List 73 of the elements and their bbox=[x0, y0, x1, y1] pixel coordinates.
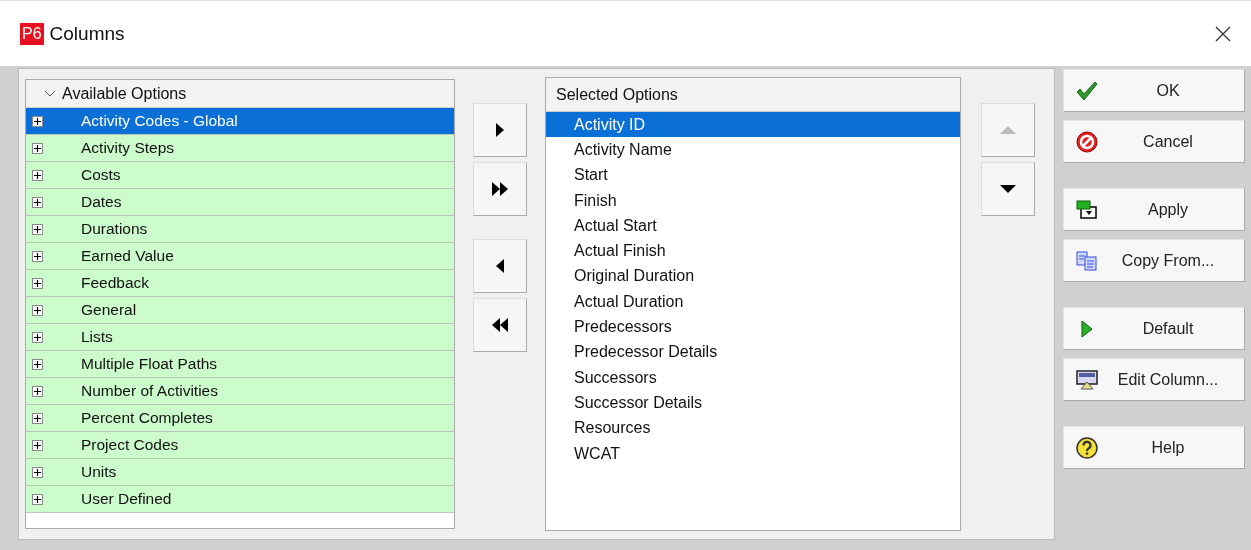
tree-item[interactable]: Earned Value bbox=[26, 243, 454, 270]
copy-pages-icon bbox=[1076, 250, 1098, 271]
expand-icon[interactable] bbox=[32, 169, 43, 181]
tree-item[interactable]: Multiple Float Paths bbox=[26, 351, 454, 378]
expand-icon[interactable] bbox=[32, 358, 43, 370]
close-icon[interactable] bbox=[1215, 25, 1231, 42]
expand-icon[interactable] bbox=[32, 115, 43, 127]
no-entry-icon bbox=[1076, 130, 1098, 153]
expand-icon[interactable] bbox=[32, 439, 43, 451]
expand-icon[interactable] bbox=[32, 277, 43, 289]
down-triangle-icon bbox=[1000, 185, 1016, 193]
tree-item[interactable]: Project Codes bbox=[26, 432, 454, 459]
tree-item[interactable]: Number of Activities bbox=[26, 378, 454, 405]
list-item[interactable]: Activity Name bbox=[546, 137, 960, 163]
list-item[interactable]: Resources bbox=[546, 415, 960, 441]
play-triangle-icon bbox=[1081, 319, 1093, 338]
up-triangle-icon bbox=[1000, 126, 1016, 134]
checkmark-icon bbox=[1076, 80, 1098, 101]
left-triangle-icon bbox=[496, 259, 504, 273]
list-item[interactable]: Successors bbox=[546, 364, 960, 391]
copy-button[interactable]: Copy From... bbox=[1063, 239, 1245, 282]
list-item[interactable]: Successor Details bbox=[546, 390, 960, 416]
column-header[interactable]: Available Options bbox=[26, 80, 454, 108]
edit-button[interactable]: Edit Column... bbox=[1063, 358, 1245, 401]
list-item[interactable]: WCAT bbox=[546, 440, 960, 467]
monitor-icon bbox=[1076, 369, 1098, 390]
tree-item[interactable]: Feedback bbox=[26, 270, 454, 297]
expand-icon[interactable] bbox=[32, 412, 43, 424]
apply-button[interactable]: Apply bbox=[1063, 188, 1245, 231]
default-button[interactable]: Default bbox=[1063, 307, 1245, 350]
add-all-button[interactable] bbox=[473, 162, 527, 216]
help-button[interactable]: Help bbox=[1063, 426, 1245, 469]
list-item[interactable]: Predecessor Details bbox=[546, 339, 960, 365]
tree-item[interactable]: Activity Codes - Global bbox=[26, 108, 454, 135]
ok-button[interactable]: OK bbox=[1063, 69, 1245, 112]
expand-icon[interactable] bbox=[32, 385, 43, 397]
expand-icon[interactable] bbox=[32, 223, 43, 235]
tree-item[interactable]: Dates bbox=[26, 189, 454, 216]
list-item[interactable]: Actual Finish bbox=[546, 238, 960, 264]
right-triangle-icon bbox=[496, 123, 504, 137]
tree-item[interactable]: Lists bbox=[26, 324, 454, 351]
list-item[interactable]: Actual Start bbox=[546, 213, 960, 239]
expand-icon[interactable] bbox=[32, 250, 43, 262]
cancel-button[interactable]: Cancel bbox=[1063, 120, 1245, 163]
expand-icon[interactable] bbox=[32, 142, 43, 154]
tree-item[interactable]: Durations bbox=[26, 216, 454, 243]
list-item[interactable]: Predecessors bbox=[546, 314, 960, 340]
tree-item[interactable]: Activity Steps bbox=[26, 135, 454, 162]
tree-item[interactable]: Costs bbox=[26, 162, 454, 189]
tree-item[interactable]: General bbox=[26, 297, 454, 324]
expand-icon[interactable] bbox=[32, 466, 43, 478]
app-logo: P6 bbox=[20, 22, 44, 45]
expand-icon[interactable] bbox=[32, 304, 43, 316]
tree-item[interactable]: User Defined bbox=[26, 486, 454, 513]
help-icon bbox=[1076, 436, 1098, 459]
tree-item[interactable]: Percent Completes bbox=[26, 405, 454, 432]
remove-all-button[interactable] bbox=[473, 298, 527, 352]
double-left-triangle-icon bbox=[492, 318, 508, 332]
list-item[interactable]: Original Duration bbox=[546, 263, 960, 290]
window-title: Columns bbox=[49, 22, 126, 45]
window-apply-icon bbox=[1076, 199, 1098, 220]
chevron-down-icon bbox=[44, 90, 56, 97]
list-item[interactable]: Finish bbox=[546, 187, 960, 214]
expand-icon[interactable] bbox=[32, 331, 43, 343]
move-down-button[interactable] bbox=[981, 162, 1035, 216]
expand-icon[interactable] bbox=[32, 196, 43, 208]
list-item[interactable]: Actual Duration bbox=[546, 289, 960, 315]
double-right-triangle-icon bbox=[492, 182, 508, 196]
column-header[interactable]: Selected Options bbox=[546, 78, 960, 112]
expand-icon[interactable] bbox=[32, 493, 43, 505]
list-item[interactable]: Activity ID bbox=[546, 112, 960, 138]
list-item[interactable]: Start bbox=[546, 162, 960, 188]
tree-item[interactable]: Units bbox=[26, 459, 454, 486]
